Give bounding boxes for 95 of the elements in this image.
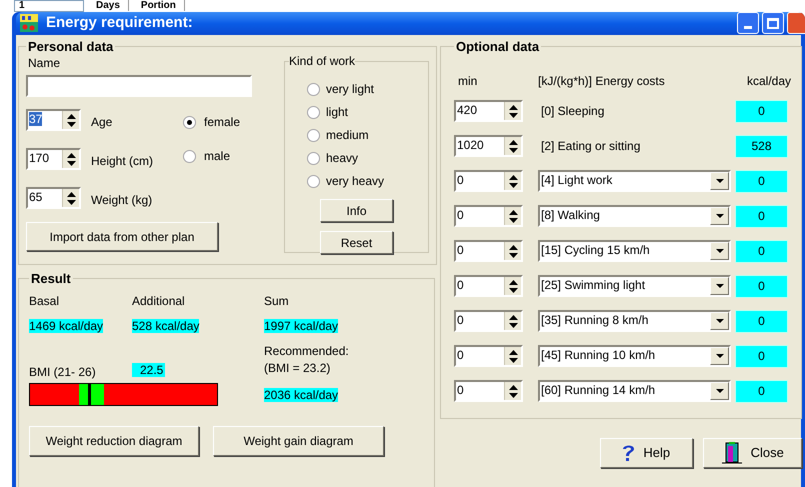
spin-arrows-icon[interactable]: [508, 350, 518, 362]
weight-gain-button[interactable]: Weight gain diagram: [213, 426, 384, 456]
additional-label: Additional: [132, 293, 186, 310]
dropdown-arrow-icon[interactable]: [716, 179, 724, 183]
kcal-value: 0: [735, 240, 788, 262]
basal-label: Basal: [29, 293, 60, 310]
minutes-field[interactable]: 0: [454, 310, 523, 332]
minutes-field[interactable]: 0: [454, 170, 523, 192]
group-title: Optional data: [455, 38, 540, 56]
dropdown-arrow-icon[interactable]: [716, 284, 724, 288]
door-icon: [720, 442, 743, 464]
spin-arrows-icon[interactable]: [66, 152, 76, 166]
spin-arrows-icon[interactable]: [508, 280, 518, 292]
bmi-label: BMI (21- 26): [29, 364, 97, 381]
import-button[interactable]: Import data from other plan: [26, 222, 218, 251]
field-label: Age: [91, 114, 112, 131]
weight-reduction-button[interactable]: Weight reduction diagram: [29, 426, 199, 456]
question-mark-icon: [622, 444, 636, 462]
activity-dropdown[interactable]: [8] Walking: [538, 205, 731, 227]
spin-arrows-icon[interactable]: [508, 104, 518, 118]
number-field[interactable]: 37: [26, 109, 81, 131]
help-button[interactable]: Help: [600, 438, 693, 468]
sum-label: Sum: [264, 293, 290, 310]
sum-value: 1997 kcal/day: [264, 319, 338, 333]
kcal-value: 0: [735, 170, 788, 192]
activity-label: [0] Sleeping: [540, 104, 604, 118]
spin-arrows-icon[interactable]: [66, 192, 76, 204]
minutes-field[interactable]: 0: [454, 345, 523, 367]
spin-arrows-icon[interactable]: [66, 114, 76, 126]
radio-button[interactable]: female: [183, 113, 240, 131]
minutes-field[interactable]: 0: [454, 380, 523, 402]
kcal-value: 528: [735, 134, 788, 158]
minutes-field[interactable]: 0: [454, 240, 523, 262]
radio-button[interactable]: medium: [307, 126, 424, 144]
radio-button[interactable]: heavy: [307, 149, 424, 167]
name-field[interactable]: [26, 75, 252, 97]
info-button[interactable]: Info: [320, 199, 393, 222]
activity-dropdown[interactable]: [25] Swimming light: [538, 275, 731, 297]
kcal-value: 0: [735, 204, 788, 228]
spin-arrows-icon[interactable]: [508, 140, 518, 152]
minutes-field[interactable]: 1020: [454, 135, 523, 157]
minimize-button[interactable]: [737, 12, 759, 34]
spinner-field[interactable]: 1: [14, 0, 84, 12]
minutes-field[interactable]: 420: [454, 100, 523, 122]
column-header: min: [457, 73, 478, 90]
kcal-value: 0: [735, 344, 788, 368]
spin-arrows-icon[interactable]: [508, 210, 518, 222]
spin-arrows-icon[interactable]: [508, 244, 518, 258]
dropdown-arrow-icon[interactable]: [716, 354, 724, 358]
kcal-value: 0: [735, 380, 788, 402]
toolbar-label: Portion: [132, 0, 185, 11]
kcal-value: 0: [735, 310, 788, 332]
radio-button[interactable]: very heavy: [307, 172, 424, 190]
basal-value: 1469 kcal/day: [29, 319, 104, 333]
activity-label: [2] Eating or sitting: [540, 139, 640, 153]
reset-button[interactable]: Reset: [320, 231, 393, 254]
kcal-value: 0: [735, 274, 788, 298]
recommended-value: 2036 kcal/day: [264, 388, 338, 402]
bmi-value: 22.5: [132, 363, 166, 377]
toolbar-label: Days: [88, 0, 129, 11]
recommended-label: Recommended:: [264, 343, 350, 360]
close-button[interactable]: Close: [702, 438, 802, 468]
column-header: [kJ/(kg*h)] Energy costs: [538, 73, 666, 90]
spin-arrows-icon[interactable]: [508, 314, 518, 328]
app-logo-icon: [20, 14, 38, 32]
window-title: Energy requirement:: [46, 13, 194, 33]
dropdown-arrow-icon[interactable]: [716, 214, 724, 218]
field-label: Height (cm): [91, 153, 154, 170]
spin-arrows-icon[interactable]: [508, 174, 518, 188]
dropdown-arrow-icon[interactable]: [716, 249, 724, 253]
dropdown-arrow-icon[interactable]: [716, 389, 724, 393]
radio-button[interactable]: light: [307, 103, 424, 121]
activity-dropdown[interactable]: [60] Running 14 km/h: [538, 380, 731, 402]
close-button[interactable]: [787, 12, 805, 34]
radio-button[interactable]: male: [183, 147, 240, 165]
field-label: Name: [28, 56, 62, 71]
minutes-field[interactable]: 0: [454, 205, 523, 227]
kcal-value: 0: [735, 100, 788, 122]
minutes-field[interactable]: 0: [454, 275, 523, 297]
activity-dropdown[interactable]: [35] Running 8 km/h: [538, 310, 731, 332]
recommended-bmi: (BMI = 23.2): [264, 360, 332, 377]
maximize-button[interactable]: [762, 12, 784, 34]
group-title: Personal data: [27, 38, 114, 56]
activity-dropdown[interactable]: [15] Cycling 15 km/h: [538, 240, 731, 262]
group-title: Kind of work: [289, 53, 356, 70]
group-title: Result: [30, 270, 72, 288]
spin-arrows-icon[interactable]: [508, 384, 518, 398]
dropdown-arrow-icon[interactable]: [716, 319, 724, 323]
column-header: kcal/day: [747, 73, 792, 90]
activity-dropdown[interactable]: [4] Light work: [538, 170, 731, 192]
field-label: Weight (kg): [91, 192, 152, 209]
radio-button[interactable]: very light: [307, 80, 424, 98]
number-field[interactable]: 65: [26, 187, 81, 209]
activity-dropdown[interactable]: [45] Running 10 km/h: [538, 345, 731, 367]
number-field[interactable]: 170: [26, 148, 81, 170]
